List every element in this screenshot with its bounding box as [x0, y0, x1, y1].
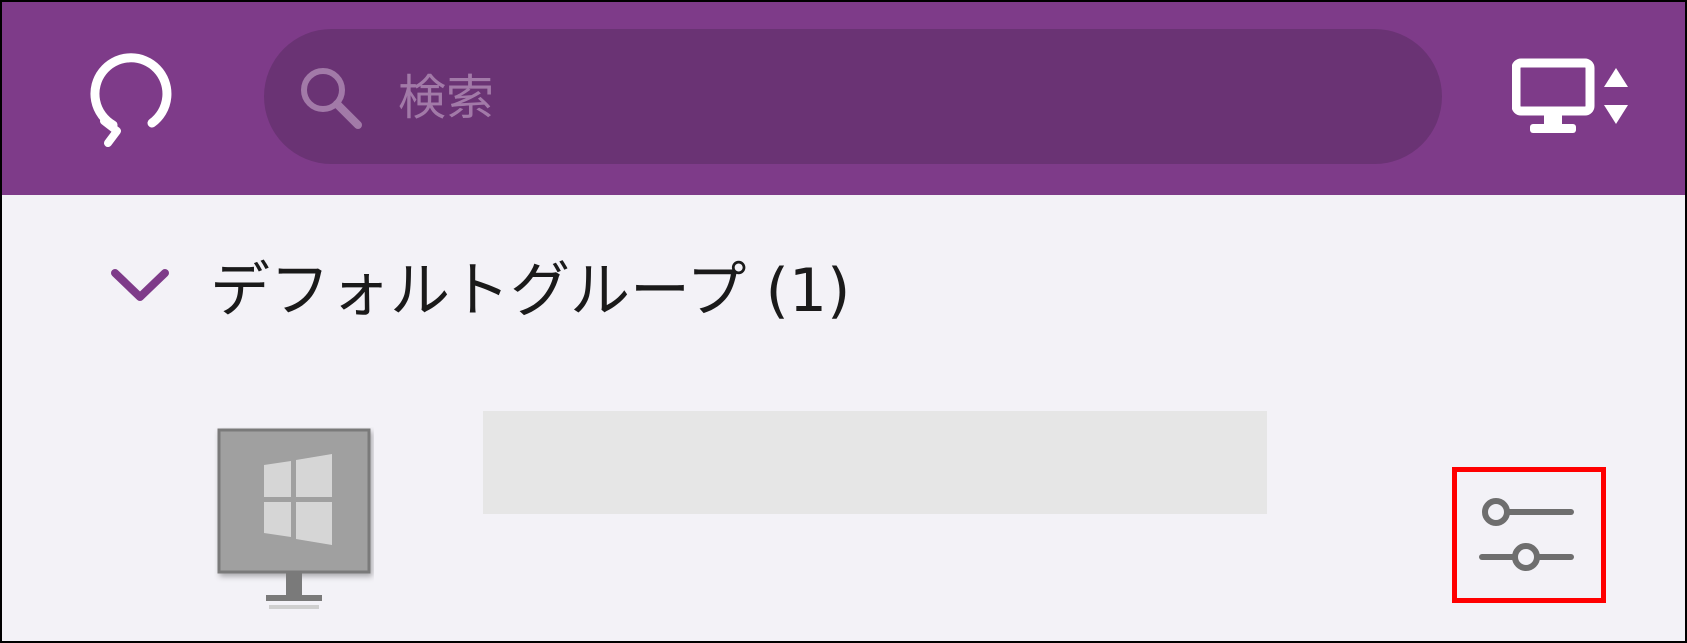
view-toggle-button[interactable] — [1511, 57, 1637, 137]
refresh-button[interactable] — [80, 47, 180, 147]
device-settings-button[interactable] — [1452, 467, 1606, 603]
chevron-down-icon — [111, 269, 169, 301]
windows-monitor-icon — [217, 428, 371, 609]
refresh-icon — [90, 53, 172, 147]
group-label: デフォルトグループ (1) — [210, 255, 851, 326]
sliders-settings-icon — [1479, 498, 1574, 571]
search-icon — [301, 68, 362, 129]
app-window: デフォルトグループ (1) — [0, 0, 1687, 643]
device-name-placeholder — [483, 411, 1267, 514]
search-input[interactable] — [396, 57, 1400, 139]
search-bar[interactable] — [264, 29, 1442, 164]
monitor-sort-icon — [1511, 58, 1628, 133]
top-bar — [2, 2, 1685, 195]
group-header[interactable]: デフォルトグループ (1) — [110, 240, 850, 330]
device-row[interactable] — [2, 397, 1685, 641]
